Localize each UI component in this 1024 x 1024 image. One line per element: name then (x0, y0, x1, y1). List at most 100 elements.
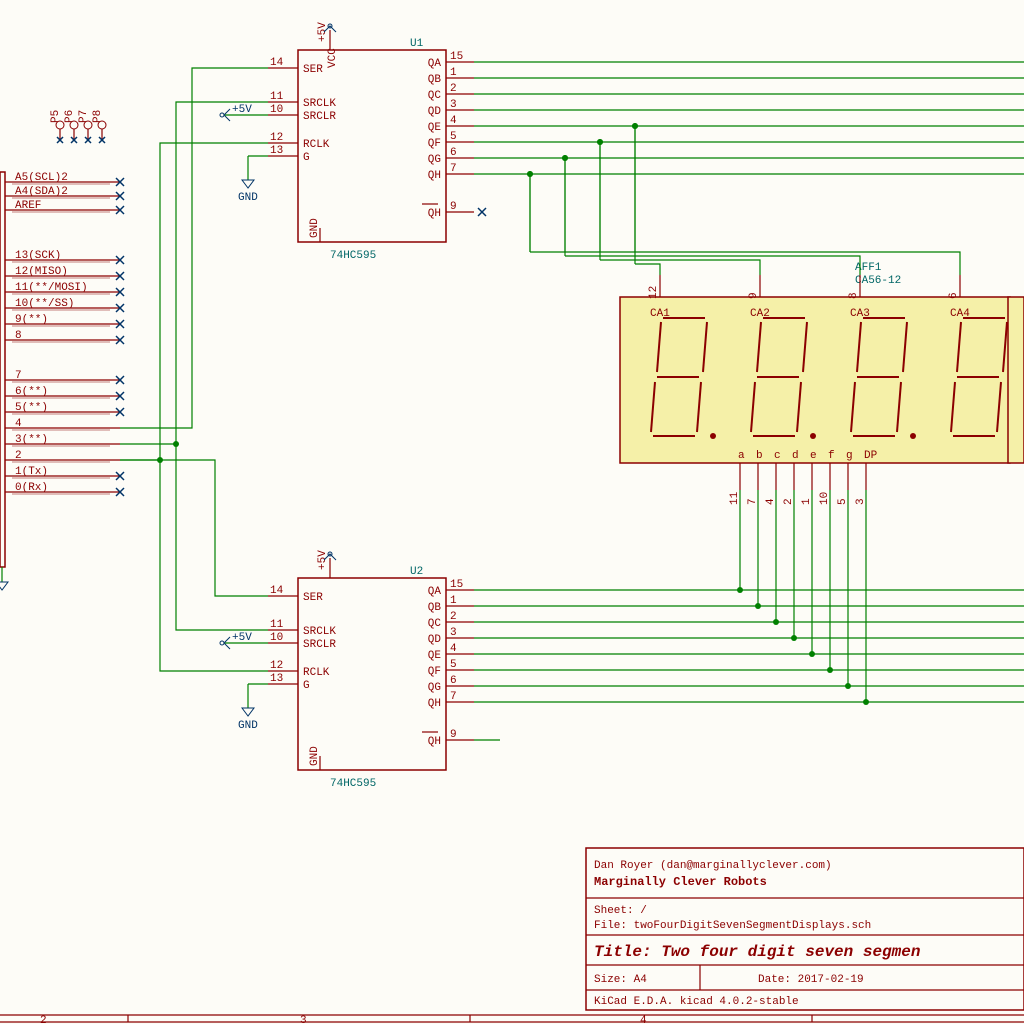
svg-text:Marginally Clever Robots: Marginally Clever Robots (594, 875, 767, 889)
p5v-u2-srclr: +5V (220, 632, 268, 649)
svg-text:RCLK: RCLK (303, 667, 330, 679)
svg-text:QE: QE (428, 122, 442, 134)
svg-text:QH: QH (428, 170, 441, 182)
svg-text:QH: QH (428, 208, 441, 220)
svg-text:1: 1 (450, 67, 457, 79)
svg-text:3: 3 (855, 498, 867, 505)
svg-text:QG: QG (428, 154, 441, 166)
svg-text:a: a (738, 450, 745, 462)
svg-text:6: 6 (450, 147, 457, 159)
gnd-u2: GND (238, 684, 268, 732)
svg-text:G: G (303, 680, 310, 692)
header-p5-p8: P5 P6 P7 P8 (50, 110, 106, 143)
svg-text:e: e (810, 450, 817, 462)
svg-text:6: 6 (948, 292, 960, 299)
svg-text:QF: QF (428, 666, 441, 678)
svg-text:CA56-12: CA56-12 (855, 275, 901, 287)
svg-text:10: 10 (819, 492, 831, 505)
svg-text:6: 6 (450, 675, 457, 687)
u2-74hc595: U2 74HC595 +5V GND 14SER11SRCLK10SRCLR12… (268, 550, 474, 790)
u1-74hc595: U1 74HC595 VCC +5V GND 14SER11SRCLK10SRC… (268, 22, 486, 262)
svg-text:+5V: +5V (317, 550, 329, 570)
svg-text:1: 1 (450, 595, 457, 607)
svg-text:7: 7 (450, 163, 457, 175)
mcu-header: A5(SCL)2A4(SDA)2AREF 13(SCK)12(MISO)11(*… (0, 172, 124, 590)
svg-text:13(SCK): 13(SCK) (15, 250, 61, 262)
svg-text:2: 2 (15, 450, 22, 462)
svg-text:2: 2 (783, 498, 795, 505)
svg-text:7: 7 (747, 498, 759, 505)
svg-text:14: 14 (270, 57, 284, 69)
svg-text:VCC: VCC (327, 48, 339, 68)
svg-text:SRCLK: SRCLK (303, 98, 336, 110)
svg-text:b: b (756, 450, 763, 462)
svg-text:GND: GND (309, 746, 321, 766)
svg-text:U2: U2 (410, 566, 423, 578)
ruler-3: 3 (300, 1015, 307, 1024)
svg-text:11: 11 (270, 91, 284, 103)
svg-text:RCLK: RCLK (303, 139, 330, 151)
svg-text:Title: Two four digit seven se: Title: Two four digit seven segmen (594, 943, 920, 961)
svg-text:File: twoFourDigitSevenSegment: File: twoFourDigitSevenSegmentDisplays.s… (594, 920, 871, 932)
svg-text:QC: QC (428, 90, 442, 102)
ruler-2: 2 (40, 1015, 47, 1024)
svg-text:SER: SER (303, 592, 323, 604)
svg-text:QB: QB (428, 602, 442, 614)
svg-text:SRCLK: SRCLK (303, 626, 336, 638)
svg-text:12: 12 (270, 660, 283, 672)
svg-text:3(**): 3(**) (15, 434, 48, 446)
svg-text:12(MISO): 12(MISO) (15, 266, 68, 278)
svg-text:4: 4 (15, 418, 22, 430)
svg-text:1: 1 (801, 498, 813, 505)
svg-text:9: 9 (748, 292, 760, 299)
svg-text:5(**): 5(**) (15, 402, 48, 414)
svg-text:Size: A4: Size: A4 (594, 974, 647, 986)
svg-text:QH: QH (428, 736, 441, 748)
svg-text:74HC595: 74HC595 (330, 250, 376, 262)
svg-text:10: 10 (270, 104, 283, 116)
svg-text:Date: 2017-02-19: Date: 2017-02-19 (758, 974, 864, 986)
svg-text:10(**/SS): 10(**/SS) (15, 298, 74, 310)
svg-text:DP: DP (864, 450, 878, 462)
svg-text:QE: QE (428, 650, 442, 662)
svg-text:9: 9 (450, 201, 457, 213)
svg-text:Sheet: /: Sheet: / (594, 905, 647, 917)
svg-text:P8: P8 (92, 110, 104, 123)
svg-text:13: 13 (270, 145, 283, 157)
svg-text:U1: U1 (410, 38, 424, 50)
svg-text:P5: P5 (50, 110, 62, 123)
svg-text:9(**): 9(**) (15, 314, 48, 326)
svg-text:A5(SCL)2: A5(SCL)2 (15, 172, 68, 184)
p5v-u1-srclr: +5V (220, 104, 268, 121)
svg-text:4: 4 (450, 643, 457, 655)
svg-text:11: 11 (729, 491, 741, 505)
svg-text:15: 15 (450, 579, 463, 591)
display-aff1: AFF1 CA56-12 12CA19CA28CA36CA4 a11b7c4d2… (620, 262, 1016, 505)
svg-text:d: d (792, 450, 799, 462)
svg-text:4: 4 (450, 115, 457, 127)
svg-text:QB: QB (428, 74, 442, 86)
svg-text:QD: QD (428, 634, 442, 646)
svg-text:SER: SER (303, 64, 323, 76)
svg-text:12: 12 (648, 286, 660, 299)
svg-text:11: 11 (270, 619, 284, 631)
svg-text:11(**/MOSI): 11(**/MOSI) (15, 282, 88, 294)
svg-text:6(**): 6(**) (15, 386, 48, 398)
svg-text:2: 2 (450, 83, 457, 95)
svg-text:3: 3 (450, 627, 457, 639)
svg-text:QC: QC (428, 618, 442, 630)
svg-text:QH: QH (428, 698, 441, 710)
svg-text:2: 2 (450, 611, 457, 623)
svg-text:GND: GND (238, 720, 258, 732)
svg-text:A4(SDA)2: A4(SDA)2 (15, 186, 68, 198)
svg-text:0(Rx): 0(Rx) (15, 482, 48, 494)
ruler-4: 4 (640, 1015, 647, 1024)
svg-text:8: 8 (848, 292, 860, 299)
svg-text:5: 5 (837, 498, 849, 505)
svg-text:7: 7 (15, 370, 22, 382)
svg-text:c: c (774, 450, 781, 462)
svg-text:15: 15 (450, 51, 463, 63)
svg-text:QG: QG (428, 682, 441, 694)
svg-text:+5V: +5V (232, 632, 252, 644)
svg-text:4: 4 (765, 498, 777, 505)
